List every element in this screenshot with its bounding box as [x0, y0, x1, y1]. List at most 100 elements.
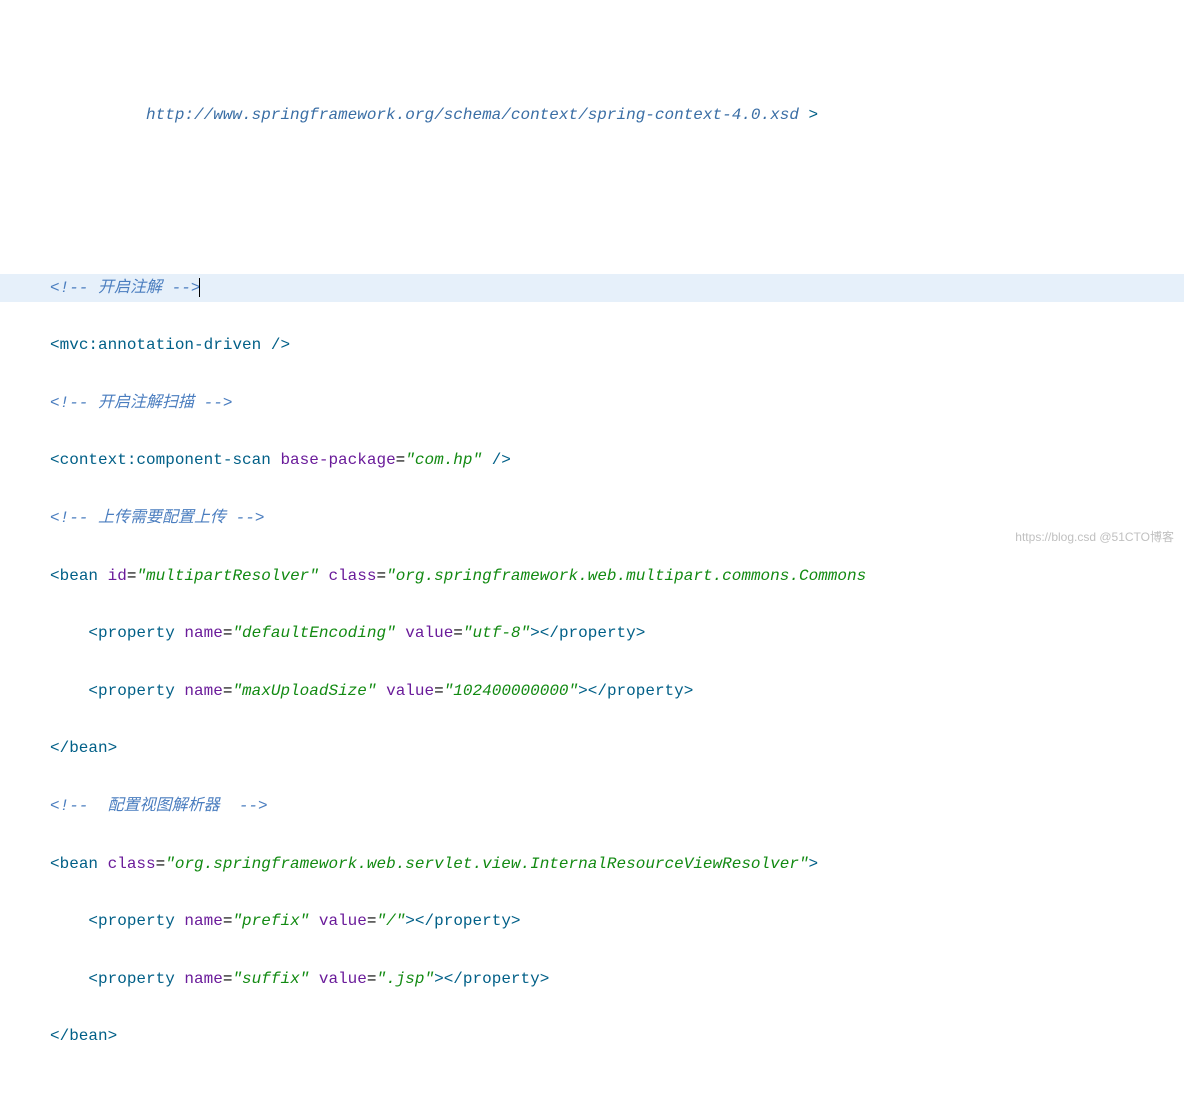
blank-line — [50, 216, 1134, 245]
text-cursor — [199, 278, 200, 297]
attr-name: class — [98, 855, 156, 873]
endtag-open: </ — [50, 739, 69, 757]
equals: = — [376, 567, 386, 585]
tag-name: bean — [69, 1027, 107, 1045]
tag-name: property — [463, 970, 540, 988]
endtag-open: </ — [540, 624, 559, 642]
attr-value: "org.springframework.web.servlet.view.In… — [165, 855, 808, 873]
tag-name: bean — [60, 567, 98, 585]
endtag-open: </ — [50, 1027, 69, 1045]
attr-value: "102400000000" — [444, 682, 578, 700]
tag-end: > — [799, 106, 818, 124]
code-line: <property name="maxUploadSize" value="10… — [50, 677, 1134, 706]
tag-name: property — [434, 912, 511, 930]
equals: = — [223, 912, 233, 930]
attr-value: "com.hp" — [405, 451, 482, 469]
tag-open: < — [50, 451, 60, 469]
indent — [50, 624, 88, 642]
tag-close: > — [530, 624, 540, 642]
equals: = — [223, 970, 233, 988]
xml-comment: <!-- 开启注解 --> — [50, 279, 200, 297]
attr-name: base-package — [271, 451, 396, 469]
attr-name: id — [98, 567, 127, 585]
attr-value: "maxUploadSize" — [232, 682, 376, 700]
attr-name: value — [309, 970, 367, 988]
tag-close: > — [511, 912, 521, 930]
equals: = — [223, 682, 233, 700]
attr-name: name — [175, 624, 223, 642]
code-line: </bean> — [50, 734, 1134, 763]
attr-value: "/" — [376, 912, 405, 930]
code-line: <!-- 上传需要配置上传 --> — [50, 504, 1134, 533]
attr-name: value — [309, 912, 367, 930]
code-line: <context:component-scan base-package="co… — [50, 446, 1134, 475]
tag-close: > — [809, 855, 819, 873]
code-line: http://www.springframework.org/schema/co… — [50, 101, 1134, 130]
endtag-open: </ — [415, 912, 434, 930]
attr-value: "suffix" — [232, 970, 309, 988]
schema-url: http://www.springframework.org/schema/co… — [146, 106, 799, 124]
tag-close: > — [684, 682, 694, 700]
tag-close: /> — [261, 336, 290, 354]
tag-name: mvc:annotation-driven — [60, 336, 262, 354]
tag-name: property — [98, 682, 175, 700]
tag-name: property — [98, 912, 175, 930]
endtag-open: </ — [444, 970, 463, 988]
tag-name: bean — [69, 739, 107, 757]
attr-name: name — [175, 912, 223, 930]
indent — [50, 970, 88, 988]
tag-open: < — [88, 912, 98, 930]
tag-close: > — [108, 1027, 118, 1045]
attr-name: class — [319, 567, 377, 585]
indent — [50, 682, 88, 700]
equals: = — [367, 912, 377, 930]
indent — [50, 912, 88, 930]
tag-open: < — [50, 336, 60, 354]
attr-name: value — [376, 682, 434, 700]
tag-name: bean — [60, 855, 98, 873]
tag-name: property — [98, 970, 175, 988]
attr-name: name — [175, 682, 223, 700]
watermark-text: https://blog.csd @51CTO博客 — [1015, 528, 1174, 545]
attr-value: "prefix" — [232, 912, 309, 930]
tag-close: > — [434, 970, 444, 988]
tag-close: /> — [482, 451, 511, 469]
tag-open: < — [88, 682, 98, 700]
tag-open: < — [50, 855, 60, 873]
tag-open: < — [50, 567, 60, 585]
tag-close: > — [636, 624, 646, 642]
code-line: <property name="defaultEncoding" value="… — [50, 619, 1134, 648]
tag-name: property — [559, 624, 636, 642]
highlighted-line: <!-- 开启注解 --> — [0, 274, 1184, 303]
tag-close: > — [578, 682, 588, 700]
attr-name: name — [175, 970, 223, 988]
tag-close: > — [405, 912, 415, 930]
tag-open: < — [88, 624, 98, 642]
code-line: <!-- 配置视图解析器 --> — [50, 792, 1134, 821]
equals: = — [127, 567, 137, 585]
attr-name: value — [396, 624, 454, 642]
tag-name: context:component-scan — [60, 451, 271, 469]
attr-value: "defaultEncoding" — [232, 624, 395, 642]
tag-close: > — [540, 970, 550, 988]
attr-value: "org.springframework.web.multipart.commo… — [386, 567, 866, 585]
equals: = — [396, 451, 406, 469]
code-editor[interactable]: http://www.springframework.org/schema/co… — [0, 72, 1184, 1080]
equals: = — [223, 624, 233, 642]
equals: = — [434, 682, 444, 700]
tag-close: > — [108, 739, 118, 757]
code-line: <property name="prefix" value="/"></prop… — [50, 907, 1134, 936]
equals: = — [156, 855, 166, 873]
code-line: <property name="suffix" value=".jsp"></p… — [50, 965, 1134, 994]
tag-open: < — [88, 970, 98, 988]
xml-comment: <!-- 配置视图解析器 --> — [50, 797, 268, 815]
tag-name: property — [607, 682, 684, 700]
code-line: </bean> — [50, 1022, 1134, 1051]
equals: = — [367, 970, 377, 988]
attr-value: "utf-8" — [463, 624, 530, 642]
tag-name: property — [98, 624, 175, 642]
code-line: <mvc:annotation-driven /> — [50, 331, 1134, 360]
endtag-open: </ — [588, 682, 607, 700]
xml-comment: <!-- 上传需要配置上传 --> — [50, 509, 264, 527]
attr-value: ".jsp" — [376, 970, 434, 988]
